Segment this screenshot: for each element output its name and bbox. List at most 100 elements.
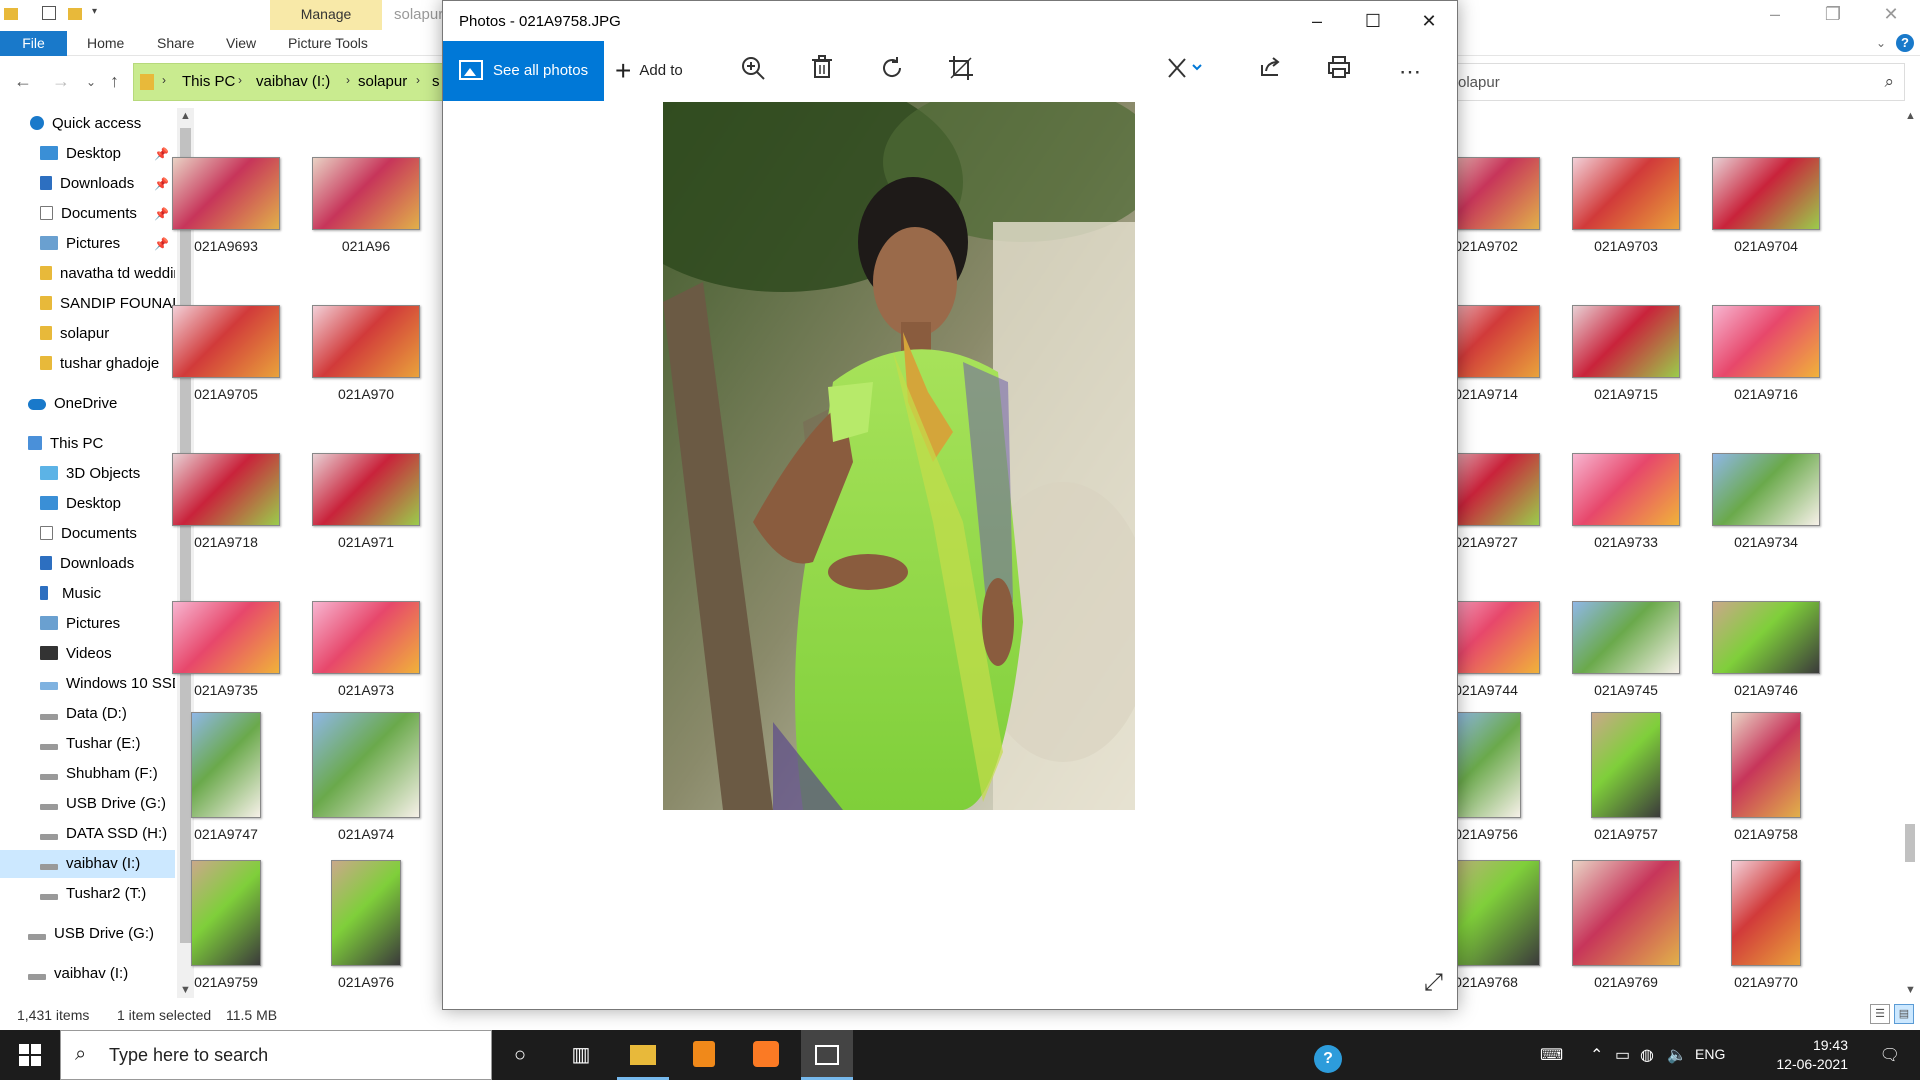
maximize-icon[interactable]: ☐ — [1345, 1, 1401, 41]
thumbnail-item[interactable]: 021A9704 — [1710, 157, 1822, 254]
thumbnail-item[interactable]: 021A9745 — [1570, 601, 1682, 698]
thumbnail-item[interactable]: 021A9733 — [1570, 453, 1682, 550]
thumbnail-item[interactable]: 021A973 — [310, 601, 422, 698]
scroll-up-icon[interactable]: ▲ — [180, 110, 191, 122]
edit-icon[interactable] — [1161, 55, 1209, 89]
thumbnail-item[interactable]: 021A9735 — [170, 601, 282, 698]
add-to-button[interactable]: + Add to — [615, 41, 683, 101]
nav-drive[interactable]: Tushar2 (T:) — [40, 880, 175, 908]
search-input[interactable]: olapur — [1458, 74, 1500, 91]
taskbar-search-input[interactable]: Type here to search — [109, 1045, 268, 1066]
fullscreen-icon[interactable]: ⤢ — [1424, 969, 1443, 997]
nav-drive-selected[interactable]: vaibhav (I:) — [0, 850, 175, 878]
nav-pictures[interactable]: Pictures — [40, 610, 175, 638]
breadcrumb-this-pc[interactable]: This PC — [182, 73, 235, 90]
nav-downloads[interactable]: Downloads 📌 — [40, 170, 175, 198]
nav-vaibhav[interactable]: vaibhav (I:) — [28, 960, 175, 988]
start-button[interactable] — [0, 1030, 60, 1080]
nav-usb[interactable]: USB Drive (G:) — [28, 920, 175, 948]
nav-folder[interactable]: tushar ghadoje — [40, 350, 175, 378]
show-hidden-icons-icon[interactable]: ⌃ — [1590, 1045, 1603, 1065]
search-icon[interactable]: ⌕ — [1884, 72, 1894, 92]
displayed-photo[interactable] — [663, 102, 1135, 810]
nav-drive[interactable]: Data (D:) — [40, 700, 175, 728]
tab-picture-tools[interactable]: Picture Tools — [288, 31, 368, 56]
nav-folder[interactable]: navatha td wedding — [40, 260, 175, 288]
customize-qat-icon[interactable]: ▾ — [92, 6, 106, 20]
print-icon[interactable] — [1322, 55, 1356, 89]
notifications-icon[interactable]: 🗨 — [1880, 1045, 1900, 1065]
help-icon[interactable]: ? — [1896, 34, 1914, 52]
xampp-taskbar-icon[interactable] — [740, 1030, 792, 1080]
thumbnail-item[interactable]: 021A9770 — [1710, 860, 1822, 990]
close-icon[interactable]: ✕ — [1862, 0, 1920, 30]
task-view-icon[interactable]: ▥ — [555, 1030, 607, 1080]
keyboard-icon[interactable]: ⌨ — [1540, 1045, 1563, 1065]
thumbnail-item[interactable]: 021A9716 — [1710, 305, 1822, 402]
up-icon[interactable]: ↑ — [110, 71, 119, 92]
breadcrumb-subfolder[interactable]: s — [432, 73, 440, 90]
scroll-thumb[interactable] — [1905, 824, 1915, 862]
crop-icon[interactable] — [944, 55, 978, 89]
nav-videos[interactable]: Videos — [40, 640, 175, 668]
scroll-up-icon[interactable]: ▲ — [1905, 110, 1916, 122]
minimize-icon[interactable]: – — [1746, 0, 1804, 30]
thumbnail-item[interactable]: 021A9747 — [170, 712, 282, 842]
nav-documents[interactable]: Documents 📌 — [40, 200, 175, 228]
forward-icon[interactable]: → — [52, 71, 70, 92]
search-box[interactable]: olapur ⌕ — [1455, 63, 1905, 101]
thumbnail-item[interactable]: 021A9705 — [170, 305, 282, 402]
expand-ribbon-icon[interactable]: ⌄ — [1876, 36, 1886, 50]
tab-view[interactable]: View — [226, 31, 256, 56]
thumbnail-item[interactable]: 021A9746 — [1710, 601, 1822, 698]
breadcrumb-drive[interactable]: vaibhav (I:) — [256, 73, 330, 90]
thumbnail-item[interactable]: 021A9718 — [170, 453, 282, 550]
thumbnail-item[interactable]: 021A971 — [310, 453, 422, 550]
tab-home[interactable]: Home — [87, 31, 124, 56]
nav-3d-objects[interactable]: 3D Objects — [40, 460, 175, 488]
sublime-text-taskbar-icon[interactable] — [678, 1030, 730, 1080]
nav-drive[interactable]: Shubham (F:) — [40, 760, 175, 788]
thumbnail-item[interactable]: 021A9734 — [1710, 453, 1822, 550]
cortana-icon[interactable]: ○ — [494, 1030, 546, 1080]
nav-folder[interactable]: solapur — [40, 320, 175, 348]
breadcrumb-solapur[interactable]: solapur — [358, 73, 407, 90]
taskbar-search[interactable]: ⌕ Type here to search — [60, 1030, 492, 1080]
nav-quick-access[interactable]: Quick access — [30, 110, 141, 138]
thumbnail-item[interactable]: 021A976 — [310, 860, 422, 990]
help-tips-icon[interactable]: ? — [1302, 1030, 1354, 1080]
nav-drive[interactable]: USB Drive (G:) — [40, 790, 175, 818]
scroll-down-icon[interactable]: ▼ — [1905, 984, 1916, 996]
close-icon[interactable]: ✕ — [1401, 1, 1457, 41]
nav-drive[interactable]: DATA SSD (H:) — [40, 820, 175, 848]
nav-this-pc[interactable]: This PC — [28, 430, 103, 458]
properties-icon[interactable] — [42, 6, 56, 20]
restore-icon[interactable]: ❐ — [1804, 0, 1862, 30]
address-bar[interactable]: › This PC › vaibhav (I:) › solapur › s — [133, 63, 445, 101]
tab-share[interactable]: Share — [157, 31, 194, 56]
battery-icon[interactable]: ▭ — [1615, 1045, 1630, 1065]
photos-taskbar-icon[interactable] — [801, 1030, 853, 1080]
nav-music[interactable]: Music — [40, 580, 175, 608]
nav-pictures[interactable]: Pictures 📌 — [40, 230, 175, 258]
manage-context-tab[interactable]: Manage — [270, 0, 382, 30]
new-folder-icon[interactable] — [68, 8, 82, 20]
delete-icon[interactable] — [805, 55, 839, 89]
nav-folder[interactable]: SANDIP FOUNAD — [40, 290, 175, 318]
details-view-icon[interactable]: ☰ — [1870, 1004, 1890, 1024]
back-icon[interactable]: ← — [14, 71, 32, 92]
tab-file[interactable]: File — [0, 31, 67, 56]
nav-drive[interactable]: Tushar (E:) — [40, 730, 175, 758]
nav-desktop[interactable]: Desktop — [40, 490, 175, 518]
nav-documents[interactable]: Documents — [40, 520, 175, 548]
large-icons-view-icon[interactable]: ▤ — [1894, 1004, 1914, 1024]
file-explorer-taskbar-icon[interactable] — [617, 1030, 669, 1080]
nav-desktop[interactable]: Desktop 📌 — [40, 140, 175, 168]
nav-downloads[interactable]: Downloads — [40, 550, 175, 578]
thumbnail-item[interactable]: 021A96 — [310, 157, 422, 254]
content-scrollbar[interactable]: ▲ ▼ — [1900, 108, 1920, 998]
minimize-icon[interactable]: – — [1289, 1, 1345, 41]
nav-onedrive[interactable]: OneDrive — [28, 390, 117, 418]
thumbnail-item[interactable]: 021A974 — [310, 712, 422, 842]
thumbnail-item[interactable]: 021A9757 — [1570, 712, 1682, 842]
